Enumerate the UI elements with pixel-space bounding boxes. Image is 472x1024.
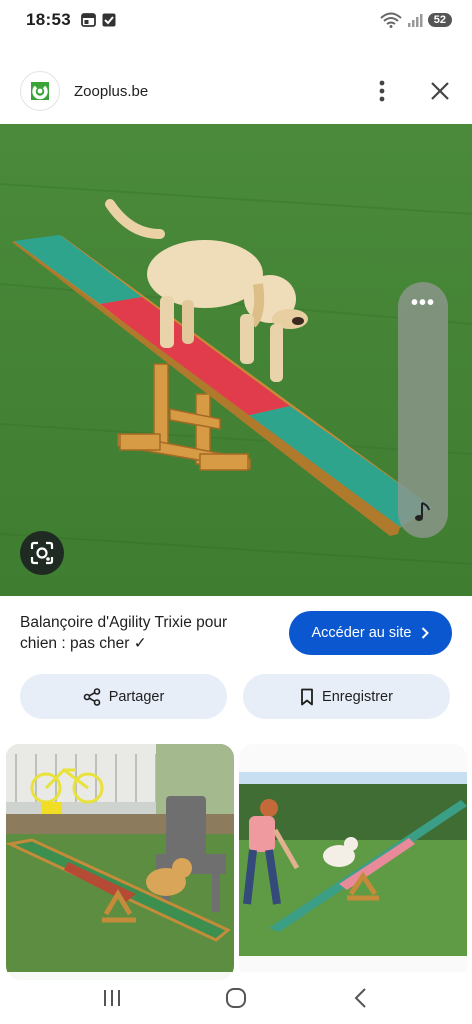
more-horiz-icon[interactable]: •••: [398, 292, 448, 315]
status-bar: 18:53 52: [0, 0, 472, 40]
wifi-icon: [380, 12, 402, 28]
recent-apps-icon[interactable]: [100, 986, 124, 1010]
notification-icons: [81, 13, 116, 27]
visit-site-button[interactable]: Accéder au site: [289, 611, 452, 655]
image-viewer-page: 18:53 52 Zooplus.be ••• Balançoire d'Agi…: [0, 0, 472, 1024]
system-icons: 52: [380, 12, 452, 28]
bookmark-icon: [301, 688, 313, 705]
more-panel[interactable]: •••: [398, 282, 448, 538]
checkbox-notification-icon: [102, 13, 116, 27]
save-button[interactable]: Enregistrer: [243, 674, 450, 719]
related-image[interactable]: [6, 744, 234, 980]
status-time: 18:53: [26, 10, 71, 29]
source-name[interactable]: Zooplus.be: [74, 83, 148, 100]
share-label: Partager: [108, 688, 165, 705]
related-image[interactable]: [239, 744, 467, 980]
chevron-right-icon: [422, 627, 430, 639]
battery-indicator: 52: [427, 13, 452, 27]
home-icon[interactable]: [224, 986, 248, 1010]
signal-icon: [407, 14, 423, 27]
calendar-notification-icon: [81, 13, 96, 27]
back-icon[interactable]: [348, 986, 372, 1010]
close-icon[interactable]: [428, 79, 452, 103]
lens-icon[interactable]: [20, 531, 64, 575]
music-note-icon[interactable]: [403, 492, 443, 532]
header-actions: [370, 79, 452, 103]
share-icon: [83, 687, 100, 706]
visit-site-label: Accéder au site: [311, 625, 412, 641]
share-button[interactable]: Partager: [20, 674, 227, 719]
result-title[interactable]: Balançoire d'Agility Trixie pour chien :…: [20, 612, 260, 654]
more-vert-icon[interactable]: [370, 79, 394, 103]
save-label: Enregistrer: [322, 688, 393, 705]
source-header: Zooplus.be: [0, 68, 472, 114]
navigation-bar: [0, 972, 472, 1024]
zooplus-logo-icon[interactable]: [20, 71, 60, 111]
